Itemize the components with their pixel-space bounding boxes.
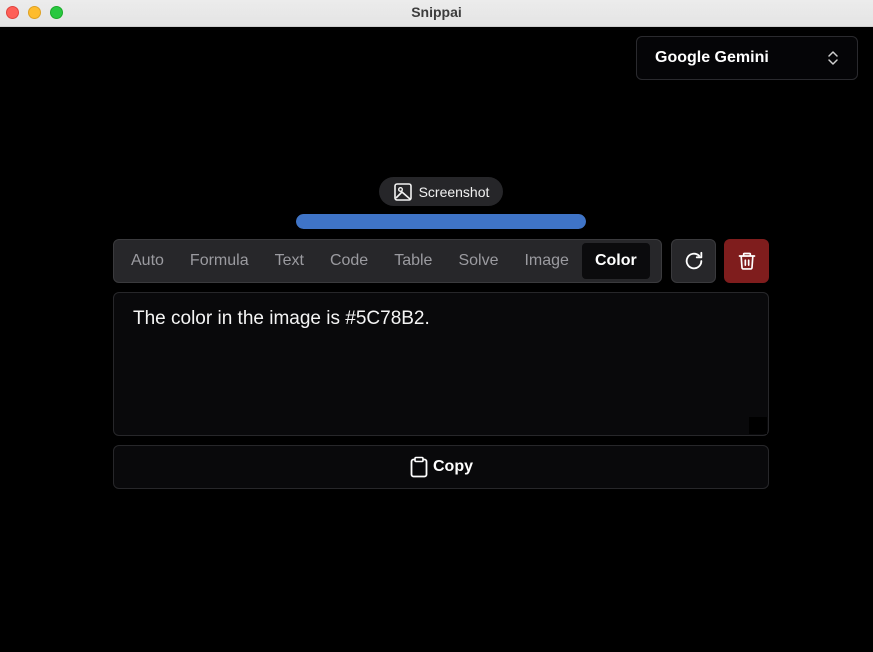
progress-bar [296,214,586,229]
tab-text[interactable]: Text [262,243,317,279]
copy-button[interactable]: Copy [113,445,769,489]
model-select-value: Google Gemini [655,49,769,66]
chevron-up-down-icon [828,51,838,65]
tab-code[interactable]: Code [317,243,381,279]
refresh-button[interactable] [671,239,716,283]
mode-tabs: Auto Formula Text Code Table Solve Image Color [113,239,662,283]
tab-image[interactable]: Image [511,243,581,279]
window-title: Snippai [411,4,462,20]
screenshot-label: Screenshot [418,183,490,200]
refresh-icon [685,251,702,270]
result-text: The color in the image is #5C78B2. [133,308,430,329]
tab-color[interactable]: Color [581,243,650,279]
tab-formula[interactable]: Formula [177,243,262,279]
delete-button[interactable] [724,239,769,283]
copy-label: Copy [433,458,473,475]
screenshot-source-badge[interactable]: Screenshot [379,177,503,206]
tab-solve[interactable]: Solve [445,243,511,279]
resize-handle[interactable] [749,417,767,434]
tab-auto[interactable]: Auto [118,243,177,279]
result-textarea[interactable]: The color in the image is #5C78B2. [113,292,769,436]
trash-icon [738,252,755,270]
clipboard-icon [410,456,428,478]
tab-table[interactable]: Table [381,243,445,279]
progress-fill [296,214,586,229]
model-select[interactable]: Google Gemini [636,36,858,80]
image-icon [393,182,412,201]
title-bar: Snippai [0,0,873,27]
